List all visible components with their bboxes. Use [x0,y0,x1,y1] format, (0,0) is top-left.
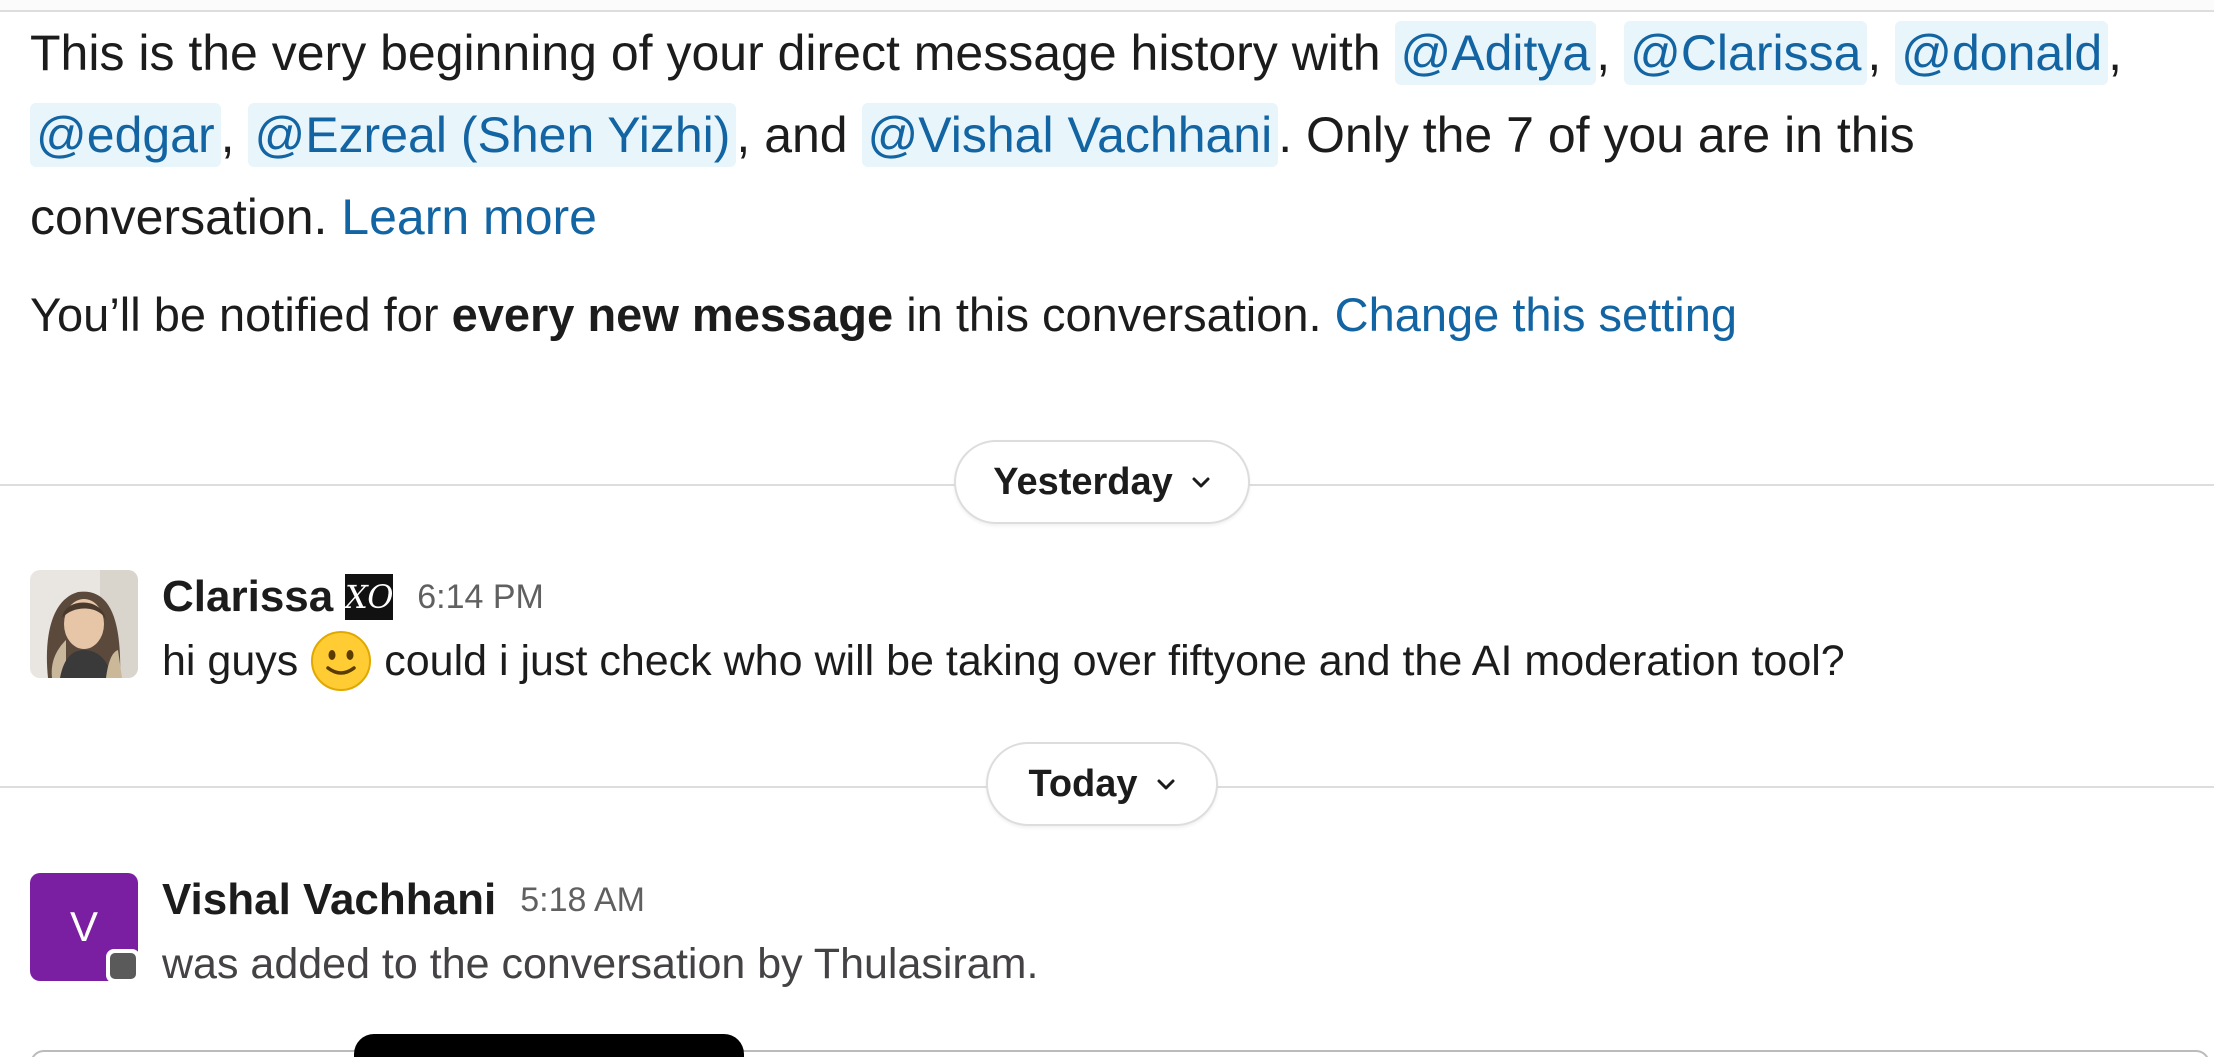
notify-level: every new message [451,288,894,341]
overlay-tab [354,1034,744,1057]
intro-and: , and [736,107,862,163]
avatar-letter: V [69,903,98,950]
mention-aditya[interactable]: @Aditya [1394,21,1597,85]
avatar-clarissa[interactable] [30,570,138,678]
change-setting-link[interactable]: Change this setting [1335,288,1737,341]
message-timestamp[interactable]: 6:14 PM [417,578,544,617]
avatar-vishal[interactable]: V [30,873,140,983]
notification-notice: You’ll be notified for every new message… [30,288,1738,341]
mention-donald[interactable]: @donald [1895,21,2109,85]
mention-vishal[interactable]: @Vishal Vachhani [861,103,1279,167]
mention-edgar[interactable]: @edgar [30,103,221,167]
date-label: Yesterday [993,460,1173,503]
date-pill-yesterday[interactable]: Yesterday [954,440,1250,524]
profile-photo [30,570,138,678]
chevron-down-icon [1192,477,1210,488]
message-timestamp[interactable]: 5:18 AM [520,881,645,920]
learn-more-link[interactable]: Learn more [341,189,597,245]
mention-clarissa[interactable]: @Clarissa [1624,21,1868,85]
sender-name[interactable]: Vishal Vachhani [162,875,496,925]
message-text: hi guys could i just check who will be t… [162,628,1845,694]
conversation-intro: This is the very beginning of your direc… [30,12,2190,258]
date-pill-today[interactable]: Today [986,742,1218,826]
slightly-smiling-face-icon [311,631,372,691]
mention-ezreal[interactable]: @Ezreal (Shen Yizhi) [248,103,737,167]
sender-name[interactable]: Clarissa [162,572,333,622]
date-label: Today [1028,762,1138,805]
intro-prefix: This is the very beginning of your direc… [30,25,1395,81]
conversation-view: This is the very beginning of your direc… [0,0,2214,1057]
message-content: Clarissa XO 6:14 PM hi guys could i just… [162,566,1845,694]
presence-indicator-icon [106,949,140,983]
top-border [0,0,2214,12]
chevron-down-icon [1157,779,1175,790]
message-content: Vishal Vachhani 5:18 AM was added to the… [162,869,1038,997]
status-emoji-badge[interactable]: XO [345,574,393,620]
message-text: was added to the conversation by Thulasi… [162,940,1039,988]
